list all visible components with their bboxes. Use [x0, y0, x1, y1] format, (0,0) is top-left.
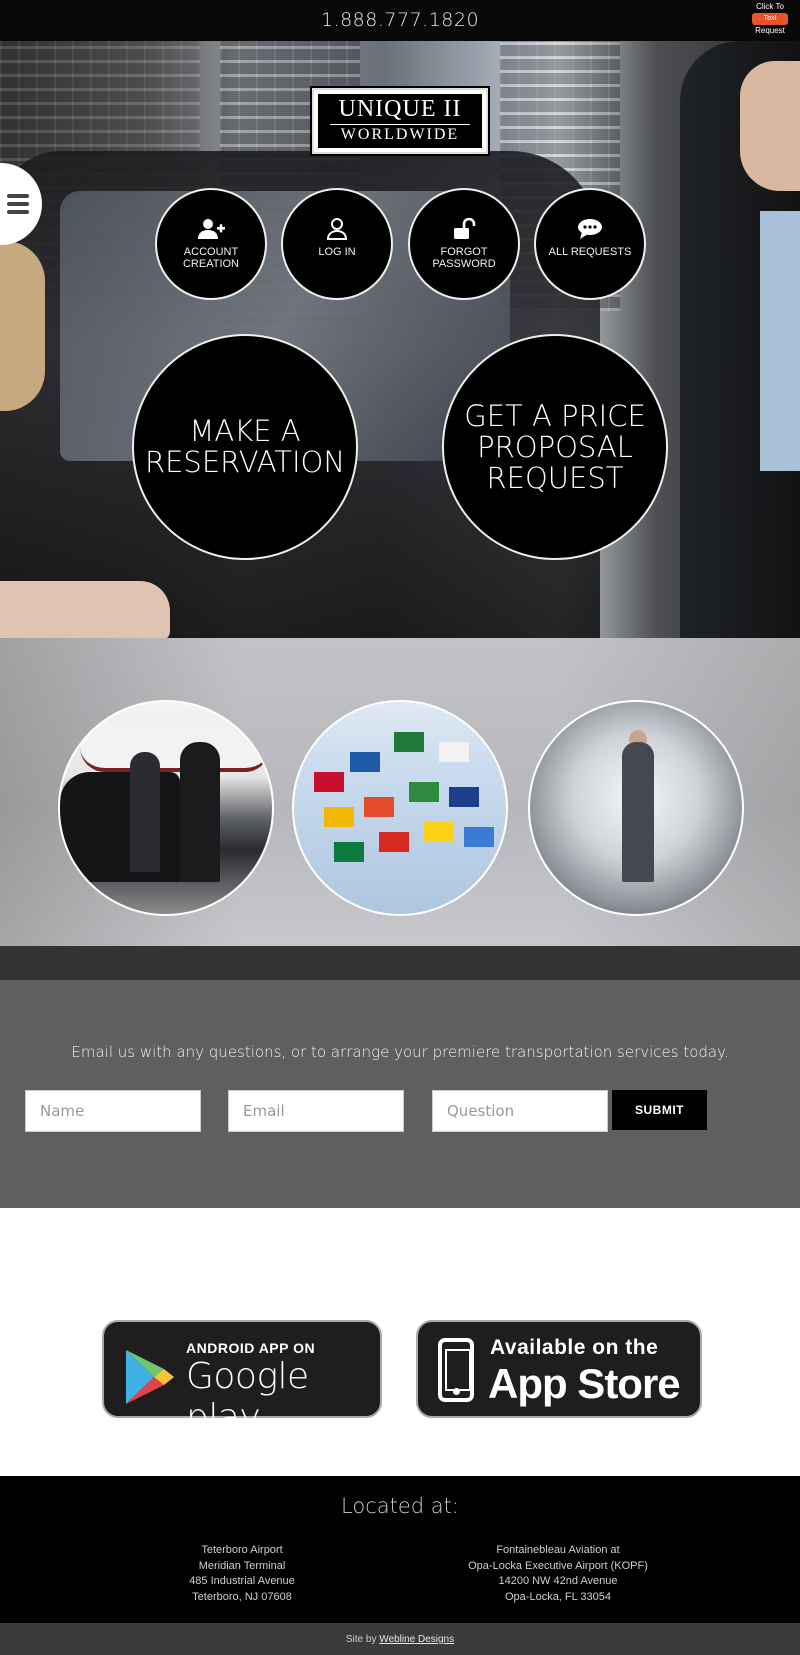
- app-store-line2: App Store: [488, 1360, 681, 1407]
- site-logo[interactable]: UNIQUE II WORLDWIDE: [310, 86, 490, 156]
- contact-section: Email us with any questions, or to arran…: [0, 1014, 800, 1208]
- hero-section: UNIQUE II WORLDWIDE: [0, 41, 800, 638]
- chauffeur-shirt-image: [760, 211, 800, 471]
- logo-line1: UNIQUE II: [338, 96, 462, 122]
- email-field[interactable]: [228, 1090, 404, 1132]
- address-line: Fontainebleau Aviation at: [496, 1544, 620, 1556]
- make-reservation-button[interactable]: MAKE A RESERVATION: [132, 334, 358, 560]
- business-sphere-image[interactable]: [528, 700, 744, 916]
- logo-line2: WORLDWIDE: [330, 124, 470, 144]
- account-creation-button[interactable]: ACCOUNT CREATION: [155, 188, 267, 300]
- address-line: Teterboro Airport: [201, 1544, 283, 1556]
- flag-shape: [424, 822, 454, 842]
- contact-intro: Email us with any questions, or to arran…: [71, 1043, 729, 1061]
- app-store-badge[interactable]: Available on the App Store: [416, 1320, 702, 1418]
- google-play-badge[interactable]: ANDROID APP ON Google play: [102, 1320, 382, 1438]
- credit-prefix: Site by: [345, 1634, 377, 1645]
- chauffeur-figure: [130, 752, 160, 872]
- account-creation-label: ACCOUNT CREATION: [182, 246, 240, 270]
- all-requests-label: ALL REQUESTS: [548, 246, 632, 258]
- webline-designs-link[interactable]: Webline Designs: [379, 1634, 454, 1645]
- passenger-image: [0, 241, 45, 411]
- forgot-password-label: FORGOT PASSWORD: [432, 246, 496, 270]
- credit-bar: Site by Webline Designs: [0, 1623, 800, 1655]
- make-reservation-label: MAKE A RESERVATION: [144, 414, 346, 479]
- flag-shape: [350, 752, 380, 772]
- international-flags-image[interactable]: [292, 700, 508, 916]
- address-opa-locka: Fontainebleau Aviation at Opa-Locka Exec…: [408, 1543, 708, 1605]
- flag-shape: [394, 732, 424, 752]
- text-widget-top: Click To: [756, 2, 784, 11]
- flag-shape: [409, 782, 439, 802]
- unlock-icon: [454, 218, 476, 239]
- price-proposal-button[interactable]: GET A PRICE PROPOSAL REQUEST: [442, 334, 668, 560]
- forgot-password-button[interactable]: FORGOT PASSWORD: [408, 188, 520, 300]
- chat-bubble-icon: [578, 219, 602, 239]
- hand-image: [0, 581, 170, 638]
- address-line: Meridian Terminal: [198, 1559, 286, 1572]
- google-play-line1: ANDROID APP ON: [186, 1340, 316, 1356]
- limo-image: [60, 772, 180, 882]
- question-field[interactable]: [432, 1090, 608, 1132]
- log-in-label: LOG IN: [318, 246, 356, 258]
- flag-shape: [364, 797, 394, 817]
- text-widget-bottom: Request: [755, 26, 785, 35]
- chauffeur-face-image: [740, 61, 800, 191]
- businessman-figure: [622, 742, 654, 882]
- address-line: 485 Industrial Avenue: [189, 1575, 295, 1587]
- band-divider: [0, 946, 800, 980]
- private-jet-service-image[interactable]: [58, 700, 274, 916]
- jet-image: [80, 722, 270, 772]
- iphone-icon: [438, 1338, 474, 1402]
- address-line: Opa-Locka Executive Airport (KOPF): [468, 1559, 648, 1572]
- flag-shape: [449, 787, 479, 807]
- flag-shape: [439, 742, 469, 762]
- top-bar: 1.888.777.1820 Click To Text Request: [0, 0, 800, 41]
- phone-number[interactable]: 1.888.777.1820: [0, 9, 800, 31]
- text-widget-pill: Text: [752, 13, 788, 25]
- log-in-button[interactable]: LOG IN: [281, 188, 393, 300]
- submit-button[interactable]: SUBMIT: [612, 1090, 707, 1130]
- user-icon: [326, 218, 348, 240]
- hamburger-icon: [7, 194, 29, 214]
- all-requests-button[interactable]: ALL REQUESTS: [534, 188, 646, 300]
- flag-shape: [334, 842, 364, 862]
- contact-top-strip: [0, 980, 800, 1014]
- flag-shape: [379, 832, 409, 852]
- locations-heading: Located at:: [341, 1494, 459, 1518]
- client-figure: [180, 742, 220, 882]
- name-field[interactable]: [25, 1090, 201, 1132]
- address-line: Opa-Locka, FL 33054: [505, 1590, 611, 1603]
- flag-shape: [314, 772, 344, 792]
- services-gallery: [0, 638, 800, 980]
- text-request-widget[interactable]: Click To Text Request: [752, 2, 788, 36]
- app-store-line1: Available on the: [490, 1336, 659, 1359]
- address-teterboro: Teterboro Airport Meridian Terminal 485 …: [92, 1543, 392, 1605]
- address-line: Teterboro, NJ 07608: [192, 1590, 292, 1603]
- footer: Located at: Teterboro Airport Meridian T…: [0, 1476, 800, 1623]
- address-line: 14200 NW 42nd Avenue: [498, 1575, 618, 1587]
- flag-shape: [324, 807, 354, 827]
- google-play-line2: Google play: [186, 1356, 309, 1438]
- app-badges-section: ANDROID APP ON Google play Available on …: [0, 1208, 800, 1476]
- price-proposal-label: GET A PRICE PROPOSAL REQUEST: [464, 398, 646, 495]
- add-user-icon: [198, 219, 225, 239]
- google-play-icon: [126, 1350, 174, 1404]
- flag-shape: [464, 827, 494, 847]
